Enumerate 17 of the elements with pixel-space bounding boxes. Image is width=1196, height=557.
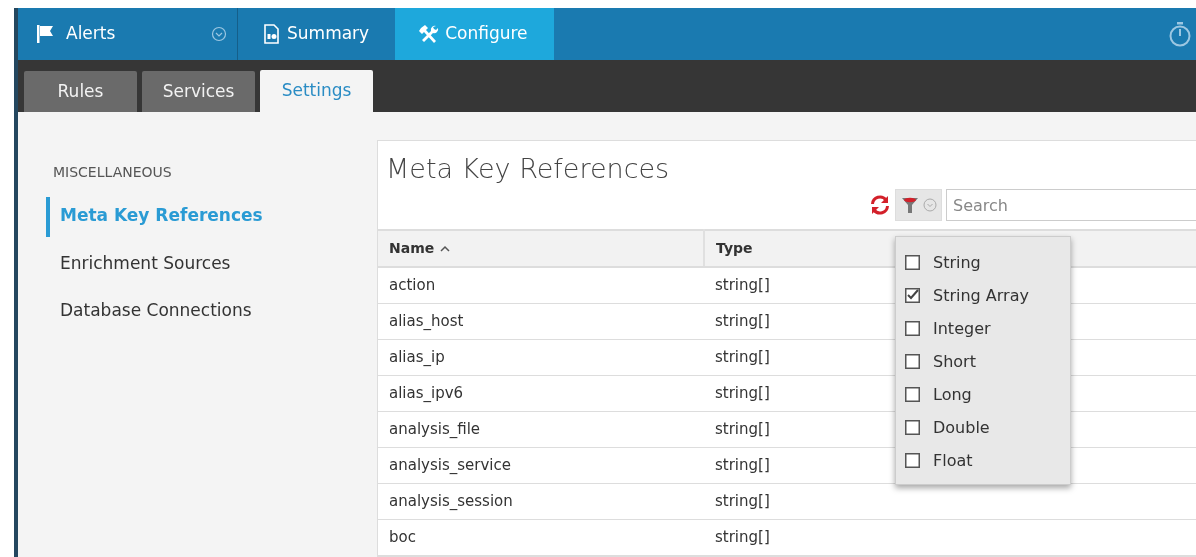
table-cell: alias_ip (378, 339, 704, 376)
option-label: Integer (933, 317, 991, 340)
option-label: Short (933, 350, 976, 373)
table-cell: alias_host (378, 303, 704, 340)
table-cell: string[] (704, 519, 1196, 556)
option-label: Double (933, 416, 990, 439)
panel-title: Meta Key References (385, 152, 671, 186)
option-label: Float (933, 449, 973, 472)
table-cell: boc (378, 519, 704, 556)
option-label: Long (933, 383, 972, 406)
table-cell: analysis_file (378, 411, 704, 448)
section-heading: MISCELLANEOUS (53, 163, 173, 182)
table-cell: analysis_service (378, 447, 704, 484)
table-cell: analysis_session (378, 483, 704, 520)
app-name: Alerts (66, 22, 116, 46)
table-cell: alias_ipv6 (378, 375, 704, 412)
table-cell: action (378, 267, 704, 304)
